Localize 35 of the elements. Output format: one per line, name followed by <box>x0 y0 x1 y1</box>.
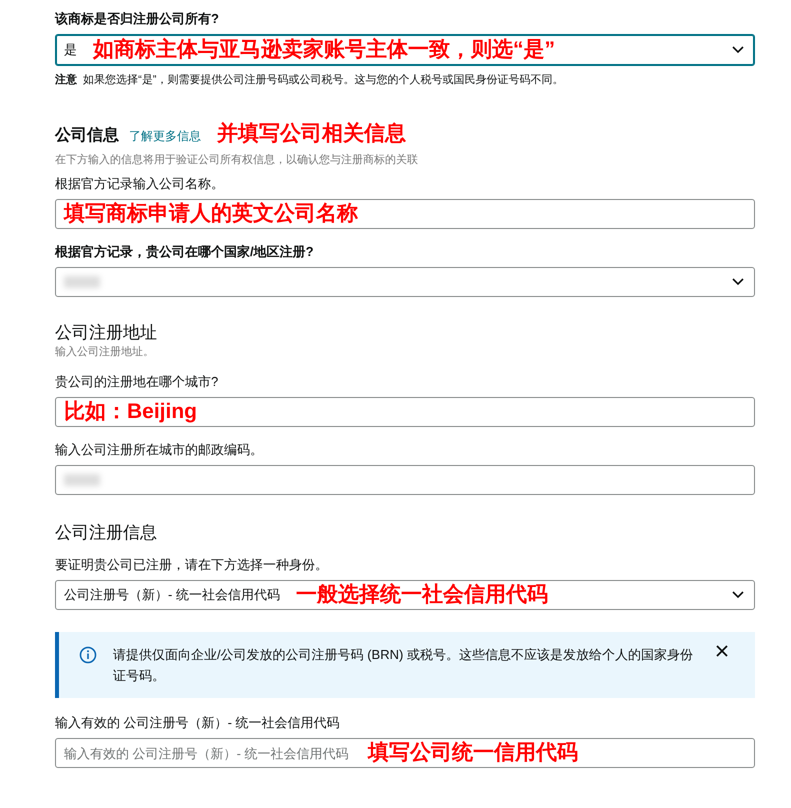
text-input[interactable]: 输入有效的 公司注册号（新）- 统一社会信用代码 <box>64 746 352 760</box>
input-field[interactable]: 比如：Beijing <box>55 397 755 427</box>
select-field[interactable]: 公司注册号（新）- 统一社会信用代码 一般选择统一社会信用代码 <box>55 580 755 610</box>
annotation-text: 并填写公司相关信息 <box>217 122 406 146</box>
input-field[interactable]: 填写商标申请人的英文公司名称 <box>55 199 755 229</box>
field-label: 该商标是否归注册公司所有? <box>55 10 220 28</box>
field-label: 输入公司注册所在城市的邮政编码。 <box>55 441 264 459</box>
close-button[interactable] <box>715 644 729 658</box>
blurred-value <box>64 276 100 288</box>
field-label: 要证明贵公司已注册，请在下方选择一种身份。 <box>55 556 329 574</box>
input-field[interactable]: 输入有效的 公司注册号（新）- 统一社会信用代码 填写公司统一信用代码 <box>55 738 755 768</box>
annotation-text: 比如：Beijing <box>64 400 198 424</box>
section-title: 公司注册地址 <box>55 322 158 344</box>
note-text: 注意 如果您选择“是”，则需要提供公司注册号码或公司税号。这与您的个人税号或国民身份证号码不同。 <box>55 72 564 88</box>
annotation-text: 一般选择统一社会信用代码 <box>296 583 548 607</box>
annotation-text: 填写公司统一信用代码 <box>368 741 578 765</box>
section-description: 在下方输入的信息将用于验证公司所有权信息，以确认您与注册商标的关联 <box>55 152 419 167</box>
select-field[interactable] <box>55 267 755 297</box>
alert-text: 请提供仅面向企业/公司发放的公司注册号码 (BRN) 或税号。这些信息不应该是发放给个人的国家身份证号码。 <box>113 646 694 685</box>
field-label: 输入有效的 公司注册号（新）- 统一社会信用代码 <box>55 714 341 732</box>
learn-more-link[interactable]: 了解更多信息 <box>129 128 201 145</box>
annotation-text: 填写商标申请人的英文公司名称 <box>64 202 358 226</box>
field-label: 根据官方记录输入公司名称。 <box>55 175 225 193</box>
info-icon <box>79 646 97 664</box>
chevron-down-icon <box>732 46 744 54</box>
input-field[interactable] <box>55 465 755 495</box>
select-field[interactable]: 是 如商标主体与亚马逊卖家账号主体一致，则选“是” <box>55 34 755 66</box>
chevron-down-icon <box>732 278 744 286</box>
section-title: 公司信息 <box>55 126 119 146</box>
field-label: 贵公司的注册地在哪个城市? <box>55 373 220 391</box>
field-label: 根据官方记录，贵公司在哪个国家/地区注册? <box>55 243 315 261</box>
section-title: 公司注册信息 <box>55 522 158 544</box>
chevron-down-icon <box>732 591 744 599</box>
section-description: 输入公司注册地址。 <box>55 344 155 359</box>
annotation-text: 如商标主体与亚马逊卖家账号主体一致，则选“是” <box>93 38 555 62</box>
